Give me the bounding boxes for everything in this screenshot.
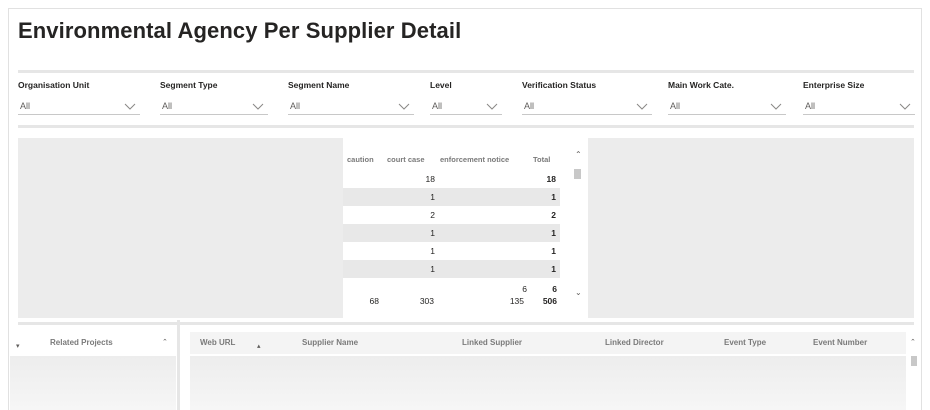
dropdown-value: All xyxy=(290,101,301,111)
divider xyxy=(18,125,914,128)
total-cell: 6 xyxy=(552,284,557,294)
total-court-case: 303 xyxy=(419,296,434,306)
divider xyxy=(18,70,914,73)
chevron-down-icon xyxy=(252,103,264,110)
page-title: Environmental Agency Per Supplier Detail xyxy=(18,18,462,43)
court-case-cell: 1 xyxy=(430,246,435,256)
column-header[interactable]: enforcement notice xyxy=(440,155,509,164)
column-header-related-projects[interactable]: Related Projects xyxy=(50,338,113,347)
table-row: 1 1 xyxy=(343,242,560,260)
scroll-up-icon[interactable]: ⌃ xyxy=(910,338,916,346)
court-case-cell: 1 xyxy=(430,264,435,274)
enforcement-cell: 6 xyxy=(522,284,527,294)
detail-table-body xyxy=(190,356,906,410)
court-case-cell: 1 xyxy=(430,192,435,202)
column-header-event-number[interactable]: Event Number xyxy=(813,338,867,347)
slicer-label: Organisation Unit xyxy=(18,80,90,90)
total-cell: 1 xyxy=(551,228,556,238)
dropdown-value: All xyxy=(524,101,535,111)
court-case-cell: 18 xyxy=(425,174,435,184)
chevron-down-icon xyxy=(770,103,782,110)
column-header-event-type[interactable]: Event Type xyxy=(724,338,766,347)
total-cell: 18 xyxy=(546,174,556,184)
divider xyxy=(177,320,180,410)
dropdown[interactable]: All xyxy=(803,95,915,115)
dropdown[interactable]: All xyxy=(288,95,414,115)
slicer-label: Enterprise Size xyxy=(803,80,865,90)
slicer-label: Segment Name xyxy=(288,80,350,90)
total-cell: 1 xyxy=(551,264,556,274)
total-cell: 2 xyxy=(551,210,556,220)
dropdown[interactable]: All xyxy=(522,95,652,115)
total-caution: 68 xyxy=(369,296,379,306)
dropdown[interactable]: All xyxy=(668,95,786,115)
slicer-label: Segment Type xyxy=(160,80,218,90)
table-row: 1 1 xyxy=(343,224,560,242)
dropdown-value: All xyxy=(805,101,816,111)
event-matrix[interactable]: caution court case enforcement notice To… xyxy=(343,138,585,316)
dropdown-value: All xyxy=(162,101,173,111)
chevron-down-icon xyxy=(486,103,498,110)
slicer-label: Main Work Cate. xyxy=(668,80,734,90)
court-case-cell: 2 xyxy=(430,210,435,220)
dropdown-value: All xyxy=(20,101,31,111)
divider xyxy=(18,322,914,325)
dropdown-value: All xyxy=(432,101,443,111)
total-enforcement: 135 xyxy=(509,296,524,306)
slicer-label: Verification Status xyxy=(522,80,597,90)
table-row: 18 18 xyxy=(343,170,560,188)
column-header-linked-director[interactable]: Linked Director xyxy=(605,338,664,347)
visual-placeholder-left xyxy=(18,138,343,318)
grand-total: 506 xyxy=(542,296,557,306)
table-row: 1 1 xyxy=(343,260,560,278)
column-header-supplier-name[interactable]: Supplier Name xyxy=(302,338,358,347)
chevron-down-icon xyxy=(899,103,911,110)
column-header-web-url[interactable]: Web URL xyxy=(200,338,235,347)
total-cell: 1 xyxy=(551,246,556,256)
dropdown[interactable]: All xyxy=(18,95,140,115)
column-header[interactable]: Total xyxy=(533,155,550,164)
column-header-linked-supplier[interactable]: Linked Supplier xyxy=(462,338,522,347)
visual-placeholder-right xyxy=(588,138,914,318)
scroll-up-icon[interactable]: ⌃ xyxy=(162,338,168,346)
total-cell: 1 xyxy=(551,192,556,202)
dropdown-value: All xyxy=(670,101,681,111)
chevron-down-icon xyxy=(398,103,410,110)
table-row: 1 1 xyxy=(343,188,560,206)
table-row: 2 2 xyxy=(343,206,560,224)
court-case-cell: 1 xyxy=(430,228,435,238)
sort-down-icon[interactable]: ▾ xyxy=(16,342,20,350)
column-header[interactable]: caution xyxy=(347,155,374,164)
dropdown[interactable]: All xyxy=(160,95,268,115)
scroll-down-icon[interactable]: ⌄ xyxy=(575,288,582,297)
scroll-up-icon[interactable]: ⌃ xyxy=(575,150,582,159)
sort-up-icon[interactable]: ▴ xyxy=(257,342,261,350)
scrollbar-thumb[interactable] xyxy=(911,356,917,366)
dropdown[interactable]: All xyxy=(430,95,502,115)
scrollbar-thumb[interactable] xyxy=(574,169,581,179)
column-header[interactable]: court case xyxy=(387,155,425,164)
chevron-down-icon xyxy=(124,103,136,110)
chevron-down-icon xyxy=(636,103,648,110)
slicer-label: Level xyxy=(430,80,452,90)
related-projects-body xyxy=(10,356,176,410)
